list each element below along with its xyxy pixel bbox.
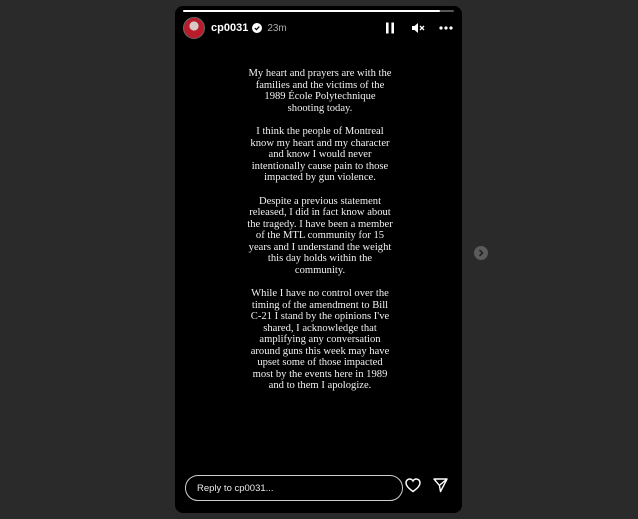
story-message: My heart and prayers are with the famili… xyxy=(247,68,393,404)
story-progress-fill xyxy=(183,10,441,12)
pause-icon[interactable] xyxy=(382,20,398,36)
story-controls xyxy=(382,20,454,36)
chevron-right-icon xyxy=(478,244,484,262)
post-time: 23m xyxy=(267,22,287,34)
message-paragraph: I think the people of Montreal know my h… xyxy=(250,126,390,183)
story-header: cp0031 23m xyxy=(183,14,454,42)
message-paragraph: While I have no control over the timing … xyxy=(250,288,390,391)
heart-icon[interactable] xyxy=(405,478,421,498)
reply-input[interactable] xyxy=(185,475,403,501)
story-viewer: cp0031 23m My heart and prayers are with… xyxy=(175,6,462,513)
avatar[interactable] xyxy=(183,17,205,39)
next-story-button[interactable] xyxy=(474,246,488,260)
more-icon[interactable] xyxy=(438,20,454,36)
username[interactable]: cp0031 xyxy=(211,22,248,34)
reply-actions xyxy=(405,478,452,498)
send-icon[interactable] xyxy=(433,478,448,498)
story-progress-bar xyxy=(183,10,454,12)
mute-icon[interactable] xyxy=(410,20,426,36)
reply-bar xyxy=(185,475,452,501)
message-paragraph: My heart and prayers are with the famili… xyxy=(248,68,392,114)
message-paragraph: Despite a previous statement released, I… xyxy=(247,195,393,276)
verified-badge-icon xyxy=(252,23,263,33)
